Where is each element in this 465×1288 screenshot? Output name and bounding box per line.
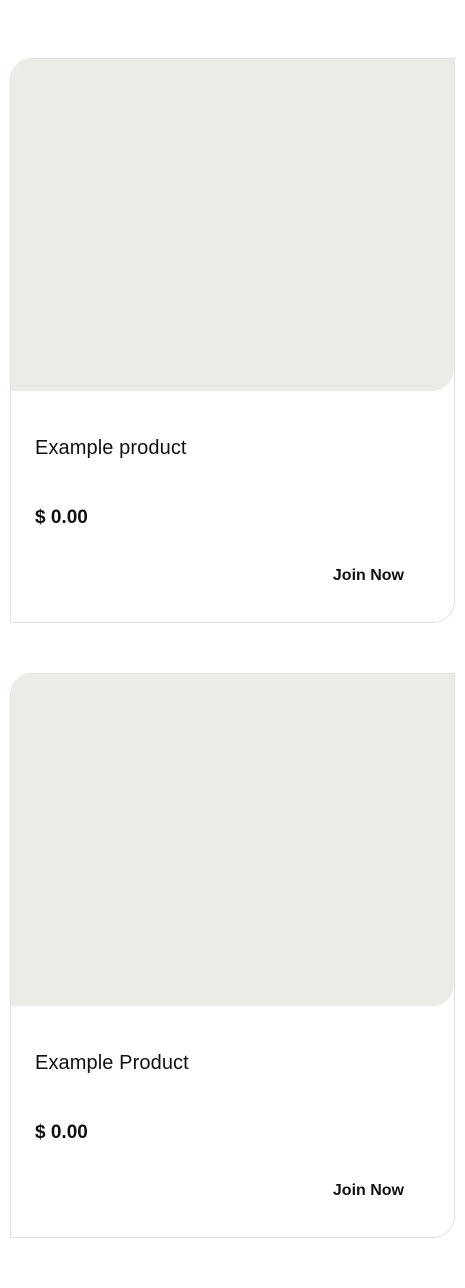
product-title[interactable]: Example Product <box>35 1052 189 1075</box>
product-card[interactable]: Example product $ 0.00 Join Now <box>10 58 455 623</box>
product-title[interactable]: Example product <box>35 437 187 460</box>
product-image-placeholder[interactable] <box>11 59 454 391</box>
product-list: Example product $ 0.00 Join Now Example … <box>10 58 455 1288</box>
product-price: $ 0.00 <box>35 1122 88 1143</box>
product-card[interactable]: Example Product $ 0.00 Join Now <box>10 673 455 1238</box>
join-now-button[interactable]: Join Now <box>333 567 404 585</box>
product-image-placeholder[interactable] <box>11 674 454 1006</box>
product-price: $ 0.00 <box>35 507 88 528</box>
